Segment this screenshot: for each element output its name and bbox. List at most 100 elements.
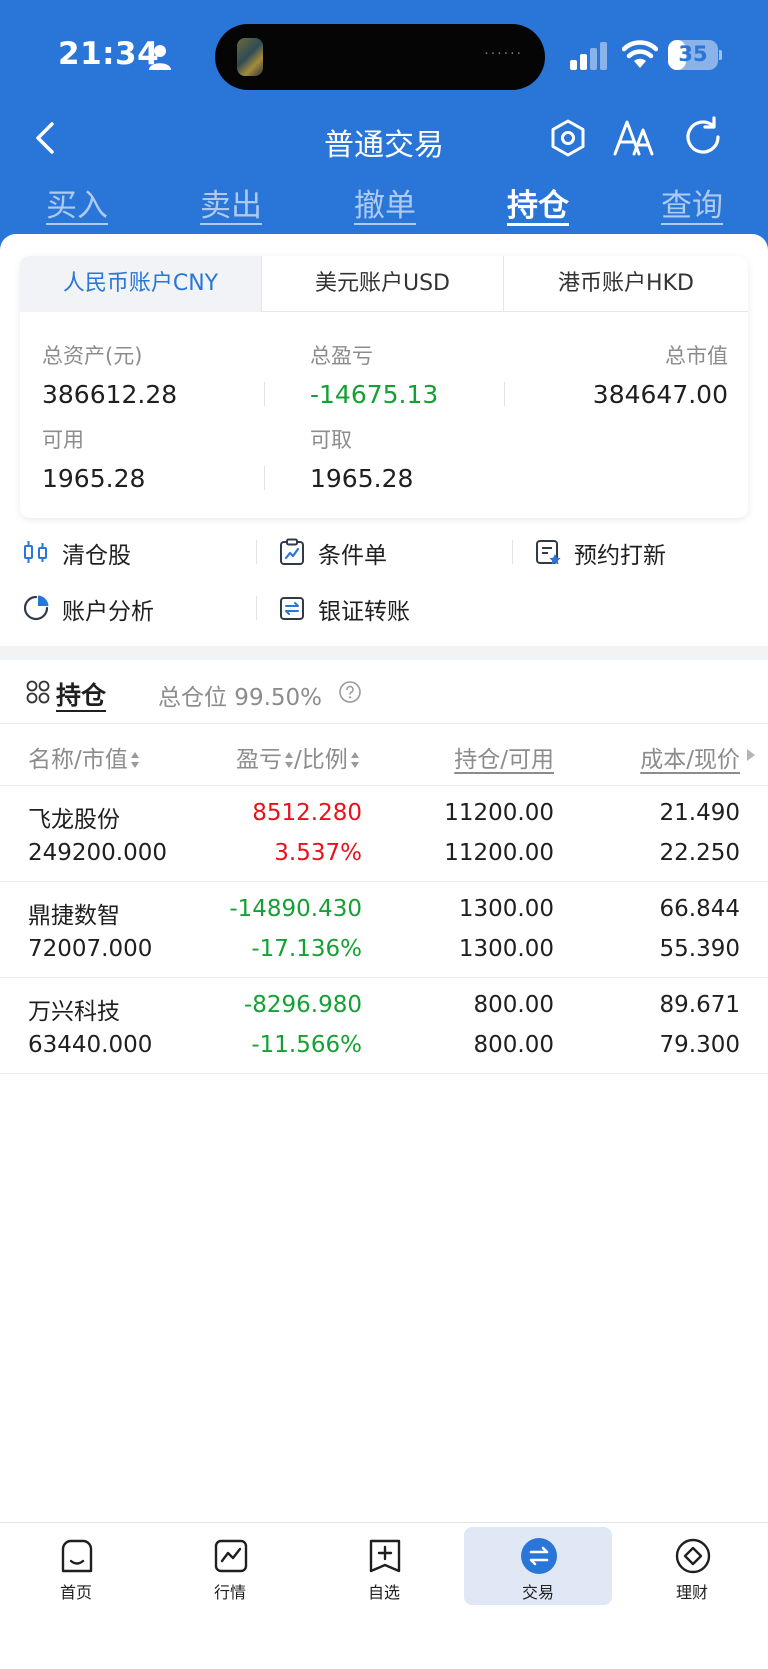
holding-row[interactable]: 万兴科技 63440.000 -8296.980 -11.566% 800.00… bbox=[0, 978, 768, 1074]
stock-position: 800.00 bbox=[473, 992, 554, 1018]
nav-bar: 普通交易 bbox=[0, 110, 768, 170]
stock-position: 11200.00 bbox=[444, 800, 554, 826]
col-pl-label: 盈亏 bbox=[236, 747, 282, 773]
withdrawable-value: 1965.28 bbox=[310, 464, 414, 493]
col-pl-ratio[interactable]: 盈亏/比例 bbox=[236, 740, 360, 774]
divider bbox=[512, 540, 513, 564]
market-value-value: 384647.00 bbox=[592, 380, 728, 409]
tab-cny-account[interactable]: 人民币账户CNY bbox=[20, 256, 262, 312]
account-analysis-label: 账户分析 bbox=[62, 599, 154, 625]
pie-chart-icon bbox=[23, 595, 49, 621]
stock-available: 800.00 bbox=[473, 1032, 554, 1058]
col-name-market-value-label: 名称/市值 bbox=[28, 747, 128, 773]
stock-market-value: 63440.000 bbox=[28, 1032, 153, 1058]
clear-position-icon bbox=[24, 541, 47, 563]
stock-price: 55.390 bbox=[659, 936, 740, 962]
trade-icon bbox=[521, 1538, 557, 1574]
nav-watchlist[interactable]: 自选 bbox=[310, 1523, 458, 1605]
col-ratio-label: /比例 bbox=[294, 747, 348, 773]
tab-cancel[interactable]: 撤单 bbox=[354, 180, 416, 225]
col-cost-price[interactable]: 成本/现价 bbox=[640, 740, 740, 774]
battery-level: 35 bbox=[678, 42, 708, 66]
position-ratio: 总仓位 99.50% bbox=[158, 685, 323, 711]
home-icon bbox=[61, 1539, 93, 1573]
sort-icon bbox=[130, 752, 139, 768]
stock-cost: 89.671 bbox=[659, 992, 740, 1018]
nav-wealth[interactable]: 理财 bbox=[618, 1523, 766, 1605]
header: 21:34 ······ 35 普通交易 买入 卖出 撤单 持仓 查询 bbox=[0, 0, 768, 260]
col-name-market-value[interactable]: 名称/市值 bbox=[28, 740, 140, 774]
nav-trade-label: 交易 bbox=[521, 1583, 554, 1602]
now-playing-artwork-icon bbox=[237, 38, 263, 76]
divider bbox=[504, 382, 505, 406]
dynamic-island: ······ bbox=[215, 24, 545, 90]
bank-transfer-label: 银证转账 bbox=[318, 599, 410, 625]
tab-query[interactable]: 查询 bbox=[661, 180, 723, 225]
tab-holdings[interactable]: 持仓 bbox=[507, 180, 569, 225]
stock-market-value: 249200.000 bbox=[28, 840, 168, 866]
available-label: 可用 bbox=[42, 428, 84, 452]
account-section: 人民币账户CNY 美元账户USD 港币账户HKD 总资产(元) 386612.2… bbox=[0, 234, 768, 524]
market-chart-icon bbox=[214, 1539, 248, 1573]
help-question-icon[interactable] bbox=[338, 680, 362, 704]
wealth-icon bbox=[675, 1538, 711, 1574]
font-size-icon[interactable] bbox=[612, 116, 656, 160]
conditional-order-button[interactable]: 条件单 bbox=[278, 532, 478, 572]
conditional-order-label: 条件单 bbox=[318, 543, 387, 569]
divider bbox=[264, 382, 265, 406]
tab-sell[interactable]: 卖出 bbox=[200, 180, 262, 225]
nav-home-label: 首页 bbox=[59, 1583, 92, 1602]
stock-market-value: 72007.000 bbox=[28, 936, 153, 962]
bank-transfer-icon bbox=[280, 597, 304, 620]
holding-row[interactable]: 飞龙股份 249200.000 8512.280 3.537% 11200.00… bbox=[0, 786, 768, 882]
divider bbox=[256, 540, 257, 564]
total-pl-value: -14675.13 bbox=[310, 380, 439, 409]
holdings-title[interactable]: 持仓 bbox=[56, 676, 106, 712]
stock-pl-ratio: 3.537% bbox=[274, 840, 362, 866]
audio-waveform-icon: ······ bbox=[484, 46, 523, 62]
tab-buy[interactable]: 买入 bbox=[46, 180, 108, 225]
ipo-subscribe-label: 预约打新 bbox=[574, 543, 666, 569]
grid-menu-icon[interactable] bbox=[26, 680, 50, 704]
col-position-available[interactable]: 持仓/可用 bbox=[454, 740, 554, 774]
bank-transfer-button[interactable]: 银证转账 bbox=[278, 588, 478, 628]
market-value-label: 总市值 bbox=[665, 344, 728, 368]
available-value: 1965.28 bbox=[42, 464, 146, 493]
clear-position-button[interactable]: 清仓股 bbox=[22, 532, 222, 572]
stock-available: 11200.00 bbox=[444, 840, 554, 866]
stock-pl-ratio: -11.566% bbox=[251, 1032, 362, 1058]
holdings-header: 持仓 总仓位 99.50% bbox=[0, 660, 768, 724]
nav-market[interactable]: 行情 bbox=[156, 1523, 304, 1605]
stock-pl: -8296.980 bbox=[243, 992, 362, 1018]
settings-hexagon-icon[interactable] bbox=[548, 118, 588, 158]
tab-hkd-account[interactable]: 港币账户HKD bbox=[504, 256, 748, 312]
scroll-right-triangle-icon[interactable] bbox=[746, 748, 756, 762]
tab-usd-account[interactable]: 美元账户USD bbox=[262, 256, 504, 312]
ipo-subscribe-icon bbox=[536, 540, 561, 565]
divider bbox=[256, 596, 257, 620]
watchlist-icon bbox=[369, 1539, 401, 1573]
refresh-icon[interactable] bbox=[682, 116, 724, 158]
stock-name: 鼎捷数智 bbox=[28, 903, 120, 929]
nav-trade[interactable]: 交易 bbox=[464, 1523, 612, 1605]
account-analysis-button[interactable]: 账户分析 bbox=[22, 588, 222, 628]
sort-icon bbox=[350, 752, 359, 768]
total-assets-label: 总资产(元) bbox=[42, 344, 143, 368]
conditional-order-icon bbox=[280, 538, 304, 565]
section-divider bbox=[0, 646, 768, 660]
nav-wealth-label: 理财 bbox=[675, 1583, 708, 1602]
stock-name: 万兴科技 bbox=[28, 999, 120, 1025]
currency-account-tabs: 人民币账户CNY 美元账户USD 港币账户HKD bbox=[20, 256, 748, 312]
holding-row[interactable]: 鼎捷数智 72007.000 -14890.430 -17.136% 1300.… bbox=[0, 882, 768, 978]
stock-pl-ratio: -17.136% bbox=[251, 936, 362, 962]
withdrawable-label: 可取 bbox=[310, 428, 352, 452]
nav-market-label: 行情 bbox=[213, 1583, 246, 1602]
stock-pl: -14890.430 bbox=[229, 896, 362, 922]
account-summary-card: 人民币账户CNY 美元账户USD 港币账户HKD 总资产(元) 386612.2… bbox=[20, 256, 748, 518]
stock-available: 1300.00 bbox=[458, 936, 554, 962]
divider bbox=[264, 466, 265, 490]
wifi-icon bbox=[622, 40, 658, 68]
person-icon bbox=[149, 45, 171, 70]
nav-home[interactable]: 首页 bbox=[2, 1523, 150, 1605]
ipo-subscribe-button[interactable]: 预约打新 bbox=[534, 532, 734, 572]
